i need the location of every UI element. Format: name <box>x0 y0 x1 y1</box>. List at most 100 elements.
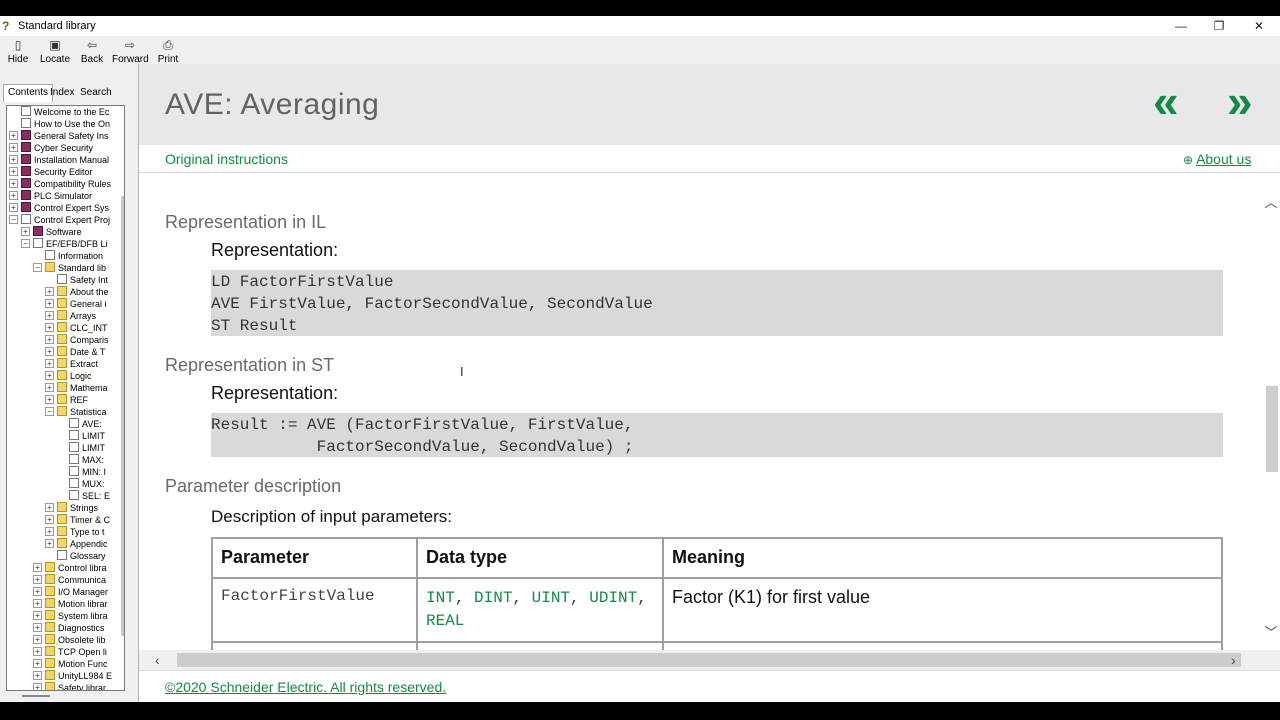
expand-icon[interactable]: + <box>33 635 42 644</box>
expand-icon[interactable]: + <box>45 527 54 536</box>
expand-icon[interactable]: + <box>9 179 18 188</box>
scroll-right-icon[interactable]: › <box>1231 652 1236 668</box>
scroll-down-icon[interactable]: ﹀ <box>1263 622 1279 641</box>
minimize-button[interactable]: — <box>1162 16 1200 36</box>
expand-icon[interactable]: + <box>33 671 42 680</box>
tree-item[interactable]: + Compatibility Rules <box>9 178 111 190</box>
expand-icon[interactable]: + <box>45 299 54 308</box>
tree-item[interactable]: Safety Int <box>45 274 108 286</box>
tree-item[interactable]: + System libra <box>33 610 108 622</box>
tree-item[interactable]: LIMIT <box>57 430 105 442</box>
close-button[interactable]: ✕ <box>1240 16 1278 36</box>
tree-item[interactable]: + CLC_INT <box>45 322 108 334</box>
tree-item[interactable]: − Control Expert Proj <box>9 214 110 226</box>
collapse-icon[interactable]: − <box>21 239 30 248</box>
data-type-link[interactable]: DINT <box>474 589 512 607</box>
tree-item[interactable]: + TCP Open li <box>33 646 107 658</box>
collapse-icon[interactable]: − <box>45 407 54 416</box>
expand-icon[interactable]: + <box>33 647 42 656</box>
scroll-up-icon[interactable]: ︿ <box>1263 192 1279 211</box>
data-type-link[interactable]: UINT <box>532 589 570 607</box>
expand-icon[interactable]: + <box>9 167 18 176</box>
tree-item[interactable]: MIN: I <box>57 466 106 478</box>
expand-icon[interactable]: + <box>33 599 42 608</box>
forward-button[interactable]: ⇨ Forward <box>112 38 149 65</box>
tree-item[interactable]: + Obsolete lib <box>33 634 106 646</box>
print-button[interactable]: ⎙ Print <box>156 38 180 65</box>
tree-item[interactable]: + REF <box>45 394 88 406</box>
expand-icon[interactable]: + <box>45 395 54 404</box>
tree-item[interactable]: + Extract <box>45 358 98 370</box>
tree-item[interactable]: Information <box>33 250 103 262</box>
expand-icon[interactable]: + <box>45 371 54 380</box>
expand-icon[interactable]: + <box>45 503 54 512</box>
expand-icon[interactable]: + <box>45 287 54 296</box>
tree-item[interactable]: + General Safety Ins <box>9 130 109 142</box>
locate-button[interactable]: ▣ Locate <box>40 38 70 65</box>
scroll-area[interactable]: Representation in IL Representation: LD … <box>139 174 1280 650</box>
data-type-link[interactable]: UDINT <box>589 589 637 607</box>
tree-item[interactable]: MAX: <box>57 454 104 466</box>
collapse-icon[interactable]: − <box>9 215 18 224</box>
tree-item[interactable]: AVE: <box>57 418 102 430</box>
expand-icon[interactable]: + <box>45 347 54 356</box>
tree-item[interactable]: + Appendic <box>45 538 108 550</box>
tree-scroll-thumb[interactable] <box>121 196 124 636</box>
tab-contents[interactable]: Contents <box>3 84 54 102</box>
copyright-link[interactable]: ©2020 Schneider Electric. All rights res… <box>165 679 446 695</box>
tree-item[interactable]: + Comparis <box>45 334 109 346</box>
tree-item[interactable]: + Date & T <box>45 346 105 358</box>
tree-item[interactable]: + Strings <box>45 502 98 514</box>
tree-item[interactable]: MUX: <box>57 478 105 490</box>
expand-icon[interactable]: + <box>45 335 54 344</box>
next-topic-button[interactable]: » <box>1227 76 1253 126</box>
tree-item[interactable]: + Timer & C <box>45 514 110 526</box>
vertical-scroll-thumb[interactable] <box>1266 386 1278 472</box>
tree-item[interactable]: + Software <box>21 226 82 238</box>
expand-icon[interactable]: + <box>33 611 42 620</box>
tree-item[interactable]: + Mathema <box>45 382 108 394</box>
tree-item[interactable]: + Safety librar <box>33 682 106 690</box>
tree-item[interactable]: − EF/EFB/DFB Li <box>21 238 108 250</box>
tree-item[interactable]: + Motion librar <box>33 598 108 610</box>
restore-button[interactable]: ❐ <box>1200 16 1238 36</box>
expand-icon[interactable]: + <box>33 623 42 632</box>
previous-topic-button[interactable]: « <box>1153 76 1179 126</box>
data-type-link[interactable]: REAL <box>426 612 464 630</box>
tree-item[interactable]: + I/O Manager <box>33 586 108 598</box>
tree-item[interactable]: LIMIT <box>57 442 105 454</box>
hide-button[interactable]: ▯ Hide <box>6 38 30 65</box>
expand-icon[interactable]: + <box>45 515 54 524</box>
tab-index[interactable]: Index <box>50 87 74 98</box>
expand-icon[interactable]: + <box>9 155 18 164</box>
tree-item[interactable]: + Cyber Security <box>9 142 93 154</box>
tree-item[interactable]: + Motion Func <box>33 658 108 670</box>
scroll-left-icon[interactable]: ‹ <box>155 652 160 668</box>
expand-icon[interactable]: + <box>45 323 54 332</box>
tree-item[interactable]: Glossary <box>45 550 106 562</box>
expand-icon[interactable]: + <box>45 359 54 368</box>
tree-item[interactable]: + UnityLL984 E <box>33 670 112 682</box>
tree-item[interactable]: + Diagnostics <box>33 622 105 634</box>
tree-item[interactable]: + About the <box>45 286 109 298</box>
data-type-link[interactable]: INT <box>426 589 455 607</box>
tree-item[interactable]: + Control libra <box>33 562 107 574</box>
expand-icon[interactable]: + <box>33 683 42 690</box>
expand-icon[interactable]: + <box>9 143 18 152</box>
tree-item[interactable]: + General i <box>45 298 107 310</box>
tree-item[interactable]: SEL: E <box>57 490 110 502</box>
expand-icon[interactable]: + <box>45 539 54 548</box>
tree-item[interactable]: Welcome to the Ec <box>9 106 109 118</box>
tree-item[interactable]: − Standard lib <box>33 262 106 274</box>
vertical-scrollbar[interactable]: ︿ ﹀ <box>1261 174 1280 650</box>
back-button[interactable]: ⇦ Back <box>80 38 104 65</box>
collapse-icon[interactable]: − <box>33 263 42 272</box>
tree-item[interactable]: + PLC Simulator <box>9 190 92 202</box>
expand-icon[interactable]: + <box>33 659 42 668</box>
expand-icon[interactable]: + <box>9 191 18 200</box>
tree-item[interactable]: + Installation Manual <box>9 154 109 166</box>
expand-icon[interactable]: + <box>45 383 54 392</box>
expand-icon[interactable]: + <box>33 587 42 596</box>
expand-icon[interactable]: + <box>33 563 42 572</box>
tree-item[interactable]: − Statistica <box>45 406 107 418</box>
